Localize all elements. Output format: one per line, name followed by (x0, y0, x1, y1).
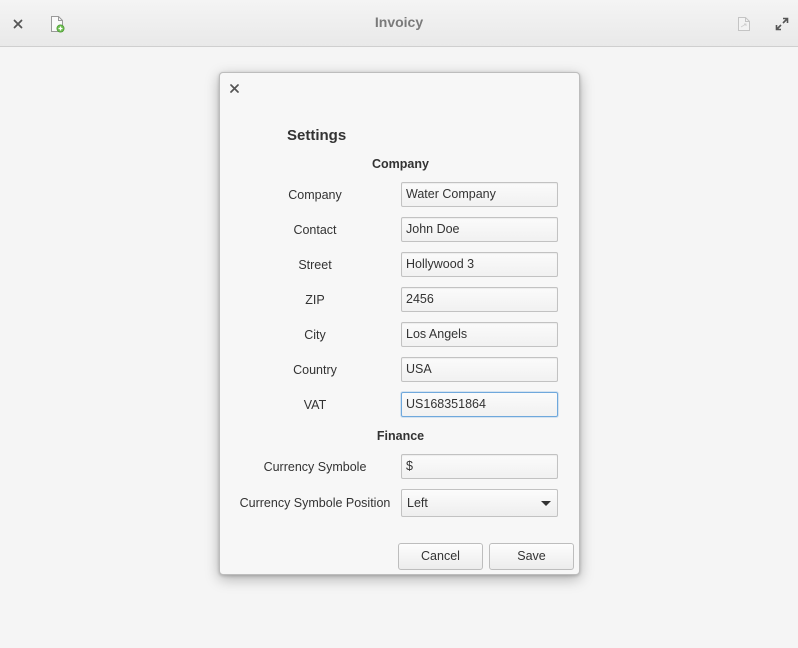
company-label: Company (288, 188, 342, 202)
currency-position-label: Currency Symbole Position (239, 496, 391, 510)
new-invoice-button[interactable] (45, 12, 69, 36)
chevron-down-icon (541, 501, 551, 506)
contact-field[interactable]: John Doe (401, 217, 558, 242)
document-button[interactable] (732, 12, 756, 36)
currency-symbol-field[interactable]: $ (401, 454, 558, 479)
city-label: City (304, 328, 326, 342)
contact-label: Contact (293, 223, 337, 237)
close-icon (229, 83, 239, 93)
street-label: Street (298, 258, 332, 272)
dialog-title: Settings (287, 127, 347, 144)
vat-label: VAT (303, 398, 327, 412)
street-field[interactable]: Hollywood 3 (401, 252, 558, 277)
save-button[interactable]: Save (489, 543, 574, 570)
zip-label: ZIP (305, 293, 325, 307)
country-field[interactable]: USA (401, 357, 558, 382)
vat-field[interactable]: US168351864 (401, 392, 558, 417)
currency-position-dropdown[interactable]: Left (401, 489, 558, 517)
header-bar: Invoicy (0, 0, 798, 47)
finance-section-heading: Finance (376, 429, 425, 443)
country-label: Country (293, 363, 337, 377)
window-title: Invoicy (374, 14, 424, 30)
window-close-button[interactable] (6, 12, 30, 36)
company-section-heading: Company (372, 157, 429, 171)
company-field[interactable]: Water Company (401, 182, 558, 207)
new-document-icon (51, 16, 65, 33)
dialog-close-button[interactable] (226, 80, 242, 96)
fullscreen-icon (775, 17, 789, 31)
close-icon (13, 19, 23, 29)
settings-dialog: Settings Company Company Water Company C… (219, 72, 580, 575)
city-field[interactable]: Los Angels (401, 322, 558, 347)
currency-symbol-label: Currency Symbole (263, 460, 367, 474)
document-icon (738, 17, 750, 31)
cancel-button[interactable]: Cancel (398, 543, 483, 570)
fullscreen-button[interactable] (770, 12, 794, 36)
currency-position-value: Left (407, 496, 428, 510)
zip-field[interactable]: 2456 (401, 287, 558, 312)
